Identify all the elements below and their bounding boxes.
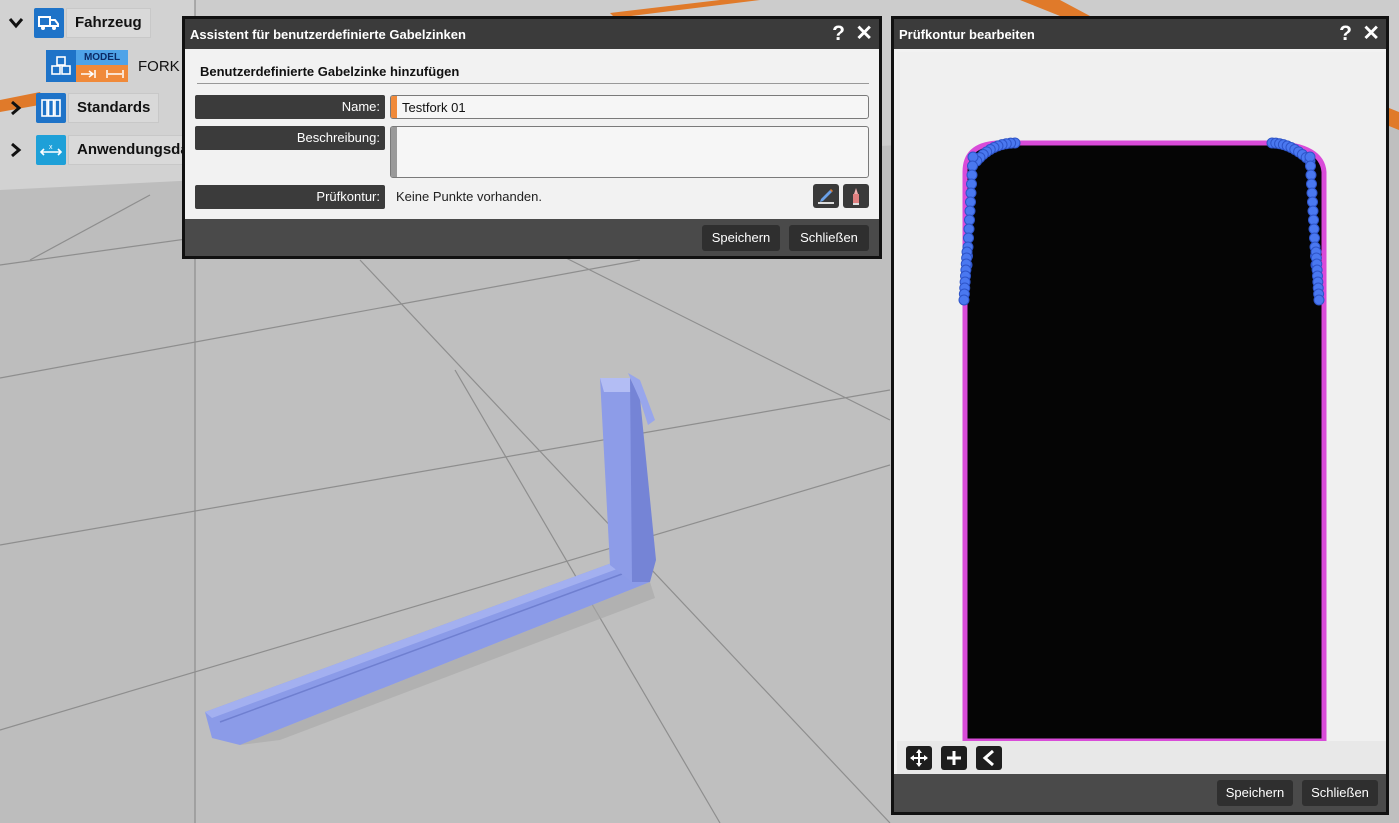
description-label: Beschreibung: xyxy=(195,126,385,150)
wizard-footer: Speichern Schließen xyxy=(185,219,879,256)
help-button[interactable]: ? xyxy=(832,22,845,46)
edit-contour-button[interactable] xyxy=(813,184,839,208)
tree-label-vehicle[interactable]: Fahrzeug xyxy=(66,8,151,38)
description-field[interactable] xyxy=(390,126,869,178)
tree-label-standards[interactable]: Standards xyxy=(68,93,160,123)
tree-label-application-data[interactable]: Anwendungsda xyxy=(68,135,191,165)
contour-point[interactable] xyxy=(1305,169,1317,181)
name-field-value: Testfork 01 xyxy=(402,100,466,115)
cubes-icon xyxy=(46,50,76,82)
contour-point[interactable] xyxy=(1305,160,1316,172)
chevron-left-icon xyxy=(982,749,994,767)
custom-fork-wizard-dialog: Assistent für benutzerdefinierte Gabelzi… xyxy=(182,16,882,259)
section-title: Benutzerdefinierte Gabelzinke hinzufügen xyxy=(200,64,460,79)
chevron-right-icon[interactable] xyxy=(8,142,24,158)
contour-point[interactable] xyxy=(963,232,974,244)
contour-label: Prüfkontur: xyxy=(195,185,385,209)
tree-row-standards[interactable]: Standards xyxy=(8,93,160,123)
axis-arrows-icon: x xyxy=(36,135,66,165)
contour-editor-title: Prüfkontur bearbeiten xyxy=(899,26,1035,42)
contour-point[interactable] xyxy=(966,178,977,190)
save-button[interactable]: Speichern xyxy=(702,225,780,251)
contour-toolbar xyxy=(897,741,1386,777)
wizard-titlebar[interactable]: Assistent für benutzerdefinierte Gabelzi… xyxy=(185,19,879,49)
contour-editor-dialog: Prüfkontur bearbeiten ? ✕ Speichern Schl… xyxy=(891,16,1389,815)
contour-editor-footer: Speichern Schließen xyxy=(894,774,1386,812)
tree-label-model[interactable]: FORK xyxy=(138,58,180,75)
contour-point[interactable] xyxy=(1304,151,1316,163)
contour-point[interactable] xyxy=(1307,196,1318,208)
svg-text:x: x xyxy=(49,144,53,151)
contour-point[interactable] xyxy=(964,214,975,226)
move-tool-button[interactable] xyxy=(906,746,932,770)
required-marker xyxy=(391,96,397,118)
clear-contour-button[interactable] xyxy=(843,184,869,208)
fork-contour-shape xyxy=(962,140,1327,741)
contour-editor-titlebar[interactable]: Prüfkontur bearbeiten ? ✕ xyxy=(894,19,1386,49)
contour-point[interactable] xyxy=(1306,187,1318,199)
move-icon xyxy=(910,749,928,767)
contour-point[interactable] xyxy=(1308,223,1320,235)
eraser-icon xyxy=(853,188,859,205)
close-icon[interactable]: ✕ xyxy=(1362,22,1380,46)
contour-point[interactable] xyxy=(1306,178,1317,190)
contour-point[interactable] xyxy=(967,151,979,163)
contour-point[interactable] xyxy=(1308,214,1319,226)
tree-row-application-data[interactable]: x Anwendungsda xyxy=(8,135,191,165)
contour-point[interactable] xyxy=(958,294,970,306)
contour-point[interactable] xyxy=(963,223,975,235)
pencil-icon xyxy=(818,189,834,204)
optional-marker xyxy=(391,127,397,177)
contour-status: Keine Punkte vorhanden. xyxy=(396,189,542,204)
close-icon[interactable]: ✕ xyxy=(855,22,873,46)
tree-row-model[interactable]: MODEL FORK xyxy=(46,50,180,82)
chevron-down-icon[interactable] xyxy=(8,15,24,31)
contour-canvas[interactable] xyxy=(897,52,1386,741)
undo-button[interactable] xyxy=(976,746,1002,770)
contour-point[interactable] xyxy=(964,205,976,217)
truck-icon xyxy=(34,8,64,38)
plus-icon xyxy=(947,751,961,765)
contour-point[interactable] xyxy=(965,196,976,208)
contour-point[interactable] xyxy=(967,160,978,172)
name-field[interactable]: Testfork 01 xyxy=(390,95,869,119)
close-button[interactable]: Schließen xyxy=(789,225,869,251)
contour-point[interactable] xyxy=(1313,294,1325,306)
section-divider xyxy=(197,83,869,84)
save-button[interactable]: Speichern xyxy=(1217,780,1293,806)
add-point-button[interactable] xyxy=(941,746,967,770)
name-label: Name: xyxy=(195,95,385,119)
model-badge: MODEL xyxy=(76,50,128,82)
contour-point[interactable] xyxy=(965,187,977,199)
wizard-title: Assistent für benutzerdefinierte Gabelzi… xyxy=(190,26,466,42)
help-button[interactable]: ? xyxy=(1339,22,1352,46)
tree-row-vehicle[interactable]: Fahrzeug xyxy=(8,8,151,38)
dimension-icon xyxy=(76,65,128,82)
contour-point[interactable] xyxy=(1307,205,1319,217)
contour-point[interactable] xyxy=(966,169,978,181)
binders-icon xyxy=(36,93,66,123)
close-button[interactable]: Schließen xyxy=(1302,780,1378,806)
chevron-right-icon[interactable] xyxy=(8,100,24,116)
contour-point[interactable] xyxy=(1309,232,1320,244)
